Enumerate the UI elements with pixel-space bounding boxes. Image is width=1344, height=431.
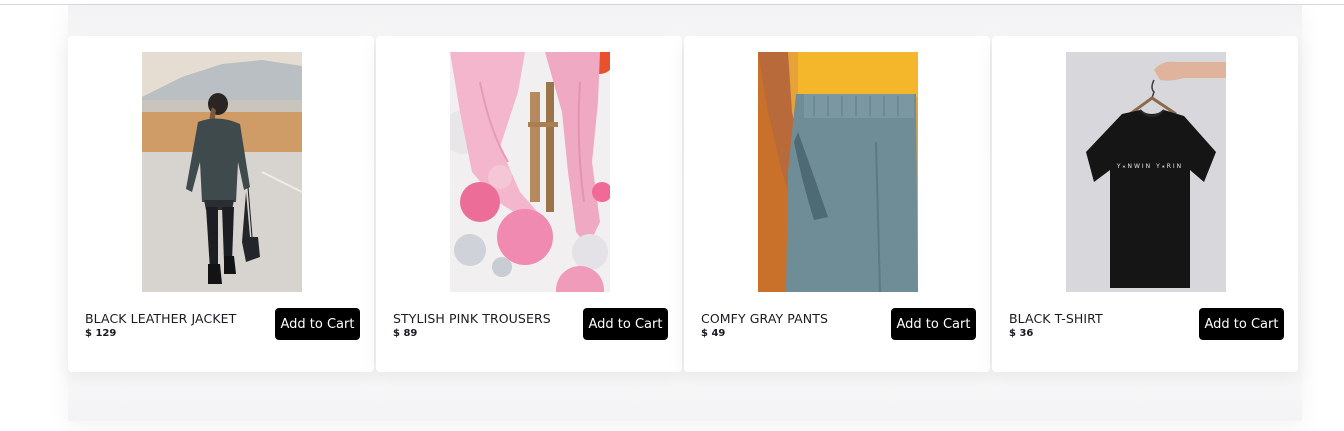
product-name: COMFY GRAY PANTS [701, 311, 829, 326]
product-image[interactable] [758, 52, 918, 292]
add-to-cart-button[interactable]: Add to Cart [1199, 308, 1284, 340]
product-grid: BLACK LEATHER JACKET $ 129 Add to Cart S… [68, 36, 1298, 372]
product-card: BLACK LEATHER JACKET $ 129 Add to Cart [68, 36, 374, 372]
product-card: Y⁎NWIN Y⁎RIN BLACK T-SHIRT $ 36 Add to C… [992, 36, 1298, 372]
product-name: STYLISH PINK TROUSERS [393, 311, 551, 326]
product-price: $ 129 [85, 328, 117, 339]
product-price: $ 49 [701, 328, 726, 339]
product-card: STYLISH PINK TROUSERS $ 89 Add to Cart [376, 36, 682, 372]
add-to-cart-button[interactable]: Add to Cart [891, 308, 976, 340]
product-price: $ 89 [393, 328, 418, 339]
svg-text:Y⁎NWIN Y⁎RIN: Y⁎NWIN Y⁎RIN [1116, 163, 1183, 170]
product-card: COMFY GRAY PANTS $ 49 Add to Cart [684, 36, 990, 372]
product-name: BLACK LEATHER JACKET [85, 311, 237, 326]
product-image[interactable] [450, 52, 610, 292]
gray-pants-yellow-top-photo [758, 52, 918, 292]
product-image[interactable]: Y⁎NWIN Y⁎RIN [1066, 52, 1226, 292]
woman-leather-jacket-photo [142, 52, 302, 292]
add-to-cart-button[interactable]: Add to Cart [583, 308, 668, 340]
add-to-cart-button[interactable]: Add to Cart [275, 308, 360, 340]
product-price: $ 36 [1009, 328, 1034, 339]
pink-trousers-balloons-photo [450, 52, 610, 292]
black-tshirt-hanger-photo: Y⁎NWIN Y⁎RIN [1066, 52, 1226, 292]
product-name: BLACK T-SHIRT [1009, 311, 1103, 326]
product-image[interactable] [142, 52, 302, 292]
